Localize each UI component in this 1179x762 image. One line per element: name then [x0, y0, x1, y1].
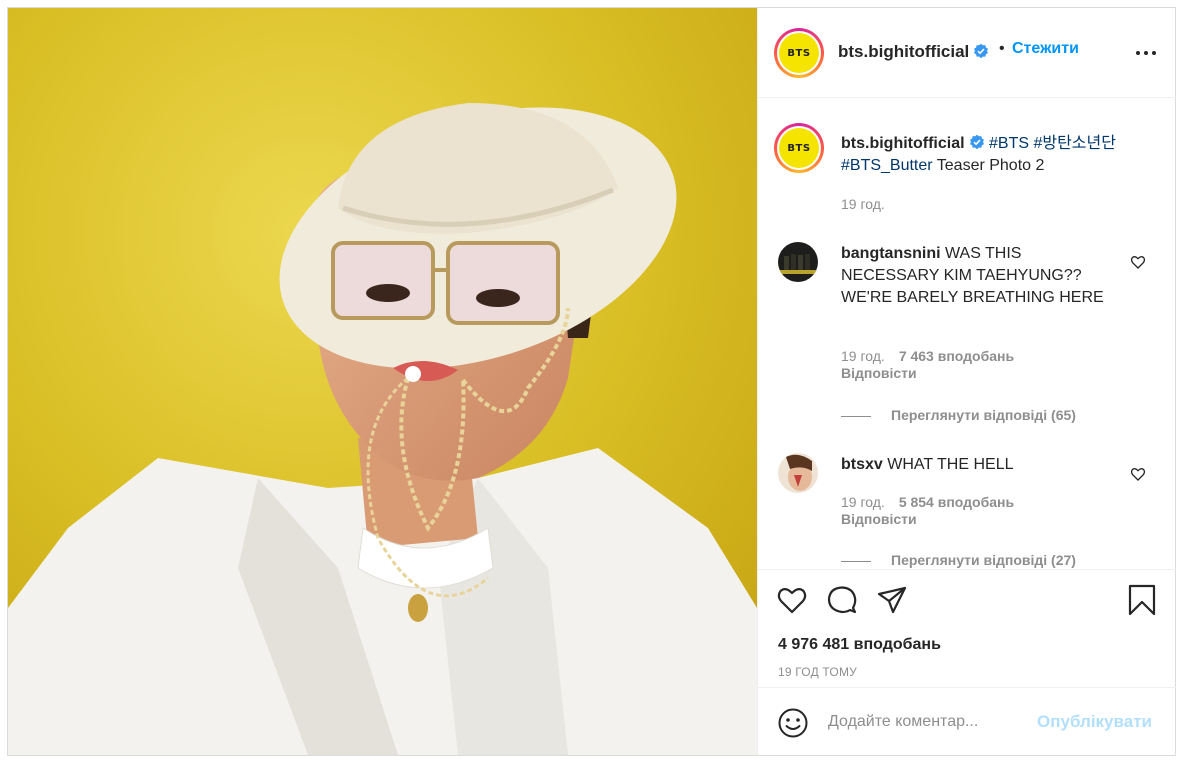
comment-likes[interactable]: 7 463 вподобань [899, 348, 1014, 364]
post-card: BTS bts.bighitofficial • Стежити BTS bts… [7, 7, 1176, 756]
post-photo[interactable] [8, 8, 757, 755]
more-options-icon[interactable] [1134, 48, 1158, 58]
caption-author-avatar[interactable]: BTS [774, 123, 824, 173]
caption-avatar-logo: BTS [779, 128, 819, 168]
commenter-avatar[interactable] [778, 242, 818, 282]
caption-time: 19 год. [841, 196, 885, 212]
hashtag-bts[interactable]: #BTS [989, 135, 1029, 152]
reply-button[interactable]: Відповісти [841, 365, 917, 381]
comment-meta: 19 год. 7 463 вподобань [841, 348, 1014, 364]
author-avatar-logo: BTS [779, 33, 819, 73]
comment-time[interactable]: 19 год. [841, 494, 885, 510]
publish-button[interactable]: Опублікувати [1037, 712, 1152, 732]
view-replies-button[interactable]: Переглянути відповіді (27) [841, 552, 1076, 568]
comment-username[interactable]: btsxv [841, 456, 883, 473]
comment-likes[interactable]: 5 854 вподобань [899, 494, 1014, 510]
save-bookmark-icon[interactable] [1126, 584, 1158, 616]
comments-list[interactable]: BTS bts.bighitofficial #BTS #방탄소년단 #BTS_… [758, 99, 1176, 569]
comment-username[interactable]: bangtansnini [841, 245, 941, 262]
replies-divider-line [841, 415, 871, 417]
follow-button[interactable]: Стежити [1012, 40, 1079, 58]
post-timestamp[interactable]: 19 ГОД ТОМУ [778, 665, 857, 679]
comment-bubble-icon[interactable] [826, 584, 858, 616]
post-likes-count[interactable]: 4 976 481 вподобань [778, 636, 941, 654]
share-send-icon[interactable] [876, 584, 908, 616]
comment-body: WHAT THE HELL [887, 456, 1014, 473]
comment-like-heart-icon[interactable] [1130, 254, 1146, 270]
caption-text: bts.bighitofficial #BTS #방탄소년단 #BTS_Butt… [841, 133, 1151, 177]
caption-verified-badge-icon [969, 134, 984, 150]
post-actions: 4 976 481 вподобань 19 ГОД ТОМУ [758, 569, 1176, 687]
author-username[interactable]: bts.bighitofficial [838, 42, 989, 62]
commenter-avatar-image [778, 242, 818, 282]
commenter-avatar-image [778, 453, 818, 493]
commenter-avatar[interactable] [778, 453, 818, 493]
post-photo-illustration [8, 8, 757, 755]
like-heart-icon[interactable] [776, 584, 808, 616]
comment-text: btsxv WHAT THE HELL [841, 454, 1121, 476]
comment-text: bangtansnini WAS THIS NECESSARY KIM TAEH… [841, 243, 1121, 309]
author-username-text[interactable]: bts.bighitofficial [838, 42, 969, 61]
caption-body: Teaser Photo 2 [936, 157, 1045, 174]
view-replies-label: Переглянути відповіді (27) [891, 552, 1076, 568]
caption-username[interactable]: bts.bighitofficial [841, 135, 965, 152]
caption-time-text[interactable]: 19 год. [841, 196, 885, 212]
view-replies-button[interactable]: Переглянути відповіді (65) [841, 407, 1076, 423]
comment-like-heart-icon[interactable] [1130, 466, 1146, 482]
add-comment-bar: Опублікувати [758, 687, 1176, 755]
separator-dot: • [999, 40, 1005, 57]
emoji-icon[interactable] [777, 707, 809, 739]
hashtag-korean[interactable]: #방탄소년단 [1033, 135, 1116, 152]
comment-input[interactable] [828, 710, 1028, 734]
verified-badge-icon [974, 43, 989, 59]
post-header: BTS bts.bighitofficial • Стежити [758, 8, 1176, 98]
view-replies-label: Переглянути відповіді (65) [891, 407, 1076, 423]
hashtag-bts-butter[interactable]: #BTS_Butter [841, 157, 933, 174]
post-side-panel: BTS bts.bighitofficial • Стежити BTS bts… [757, 8, 1176, 755]
comment-time[interactable]: 19 год. [841, 348, 885, 364]
reply-button[interactable]: Відповісти [841, 511, 917, 527]
author-avatar[interactable]: BTS [774, 28, 824, 78]
replies-divider-line [841, 560, 871, 562]
comment-meta: 19 год. 5 854 вподобань [841, 494, 1014, 510]
